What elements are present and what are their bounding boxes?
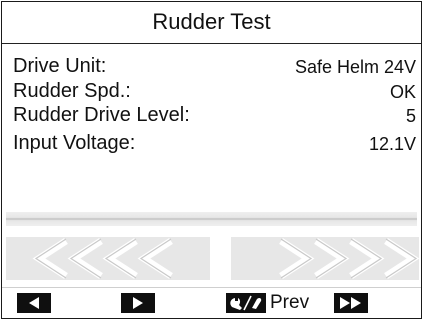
left-arrow-icon <box>17 293 51 313</box>
starboard-chevron <box>349 238 385 279</box>
field-rudder-speed: Rudder Spd.: OK <box>13 79 416 103</box>
field-input-voltage: Input Voltage: 12.1V <box>13 131 416 155</box>
starboard-chevron <box>279 238 315 279</box>
field-drive-unit: Drive Unit: Safe Helm 24V <box>13 54 416 78</box>
port-rudder-indicator <box>6 237 210 280</box>
tools-wrench-icon <box>226 293 266 313</box>
starboard-rudder-indicator <box>231 237 419 280</box>
field-rudder-drive-level: Rudder Drive Level: 5 <box>13 103 416 127</box>
forward-softkey[interactable] <box>334 293 368 313</box>
softkey-divider <box>2 287 421 288</box>
prev-label: Prev <box>270 292 310 313</box>
title-divider <box>2 43 421 44</box>
port-chevron <box>67 238 103 279</box>
rudder-drive-level-label: Rudder Drive Level: <box>13 104 190 126</box>
port-chevron <box>32 238 68 279</box>
section-divider <box>6 212 417 226</box>
rudder-test-panel: Rudder Test Drive Unit: Safe Helm 24V Ru… <box>1 1 422 319</box>
port-chevron <box>102 238 138 279</box>
rudder-speed-value: OK <box>389 82 416 102</box>
screen-title: Rudder Test <box>152 9 271 34</box>
starboard-chevron <box>314 238 350 279</box>
right-softkey[interactable] <box>121 293 155 313</box>
input-voltage-label: Input Voltage: <box>13 132 136 154</box>
drive-unit-value: Safe Helm 24V <box>294 57 416 77</box>
port-chevron <box>137 238 173 279</box>
starboard-chevron <box>384 238 419 279</box>
left-softkey[interactable] <box>17 293 51 313</box>
rudder-drive-level-value: 5 <box>405 106 416 126</box>
input-voltage-value: 12.1V <box>368 134 416 154</box>
fast-forward-icon <box>334 293 368 313</box>
rudder-speed-label: Rudder Spd.: <box>13 80 131 102</box>
drive-unit-label: Drive Unit: <box>13 55 107 77</box>
prev-softkey[interactable]: Prev <box>226 293 316 313</box>
right-arrow-icon <box>121 293 155 313</box>
